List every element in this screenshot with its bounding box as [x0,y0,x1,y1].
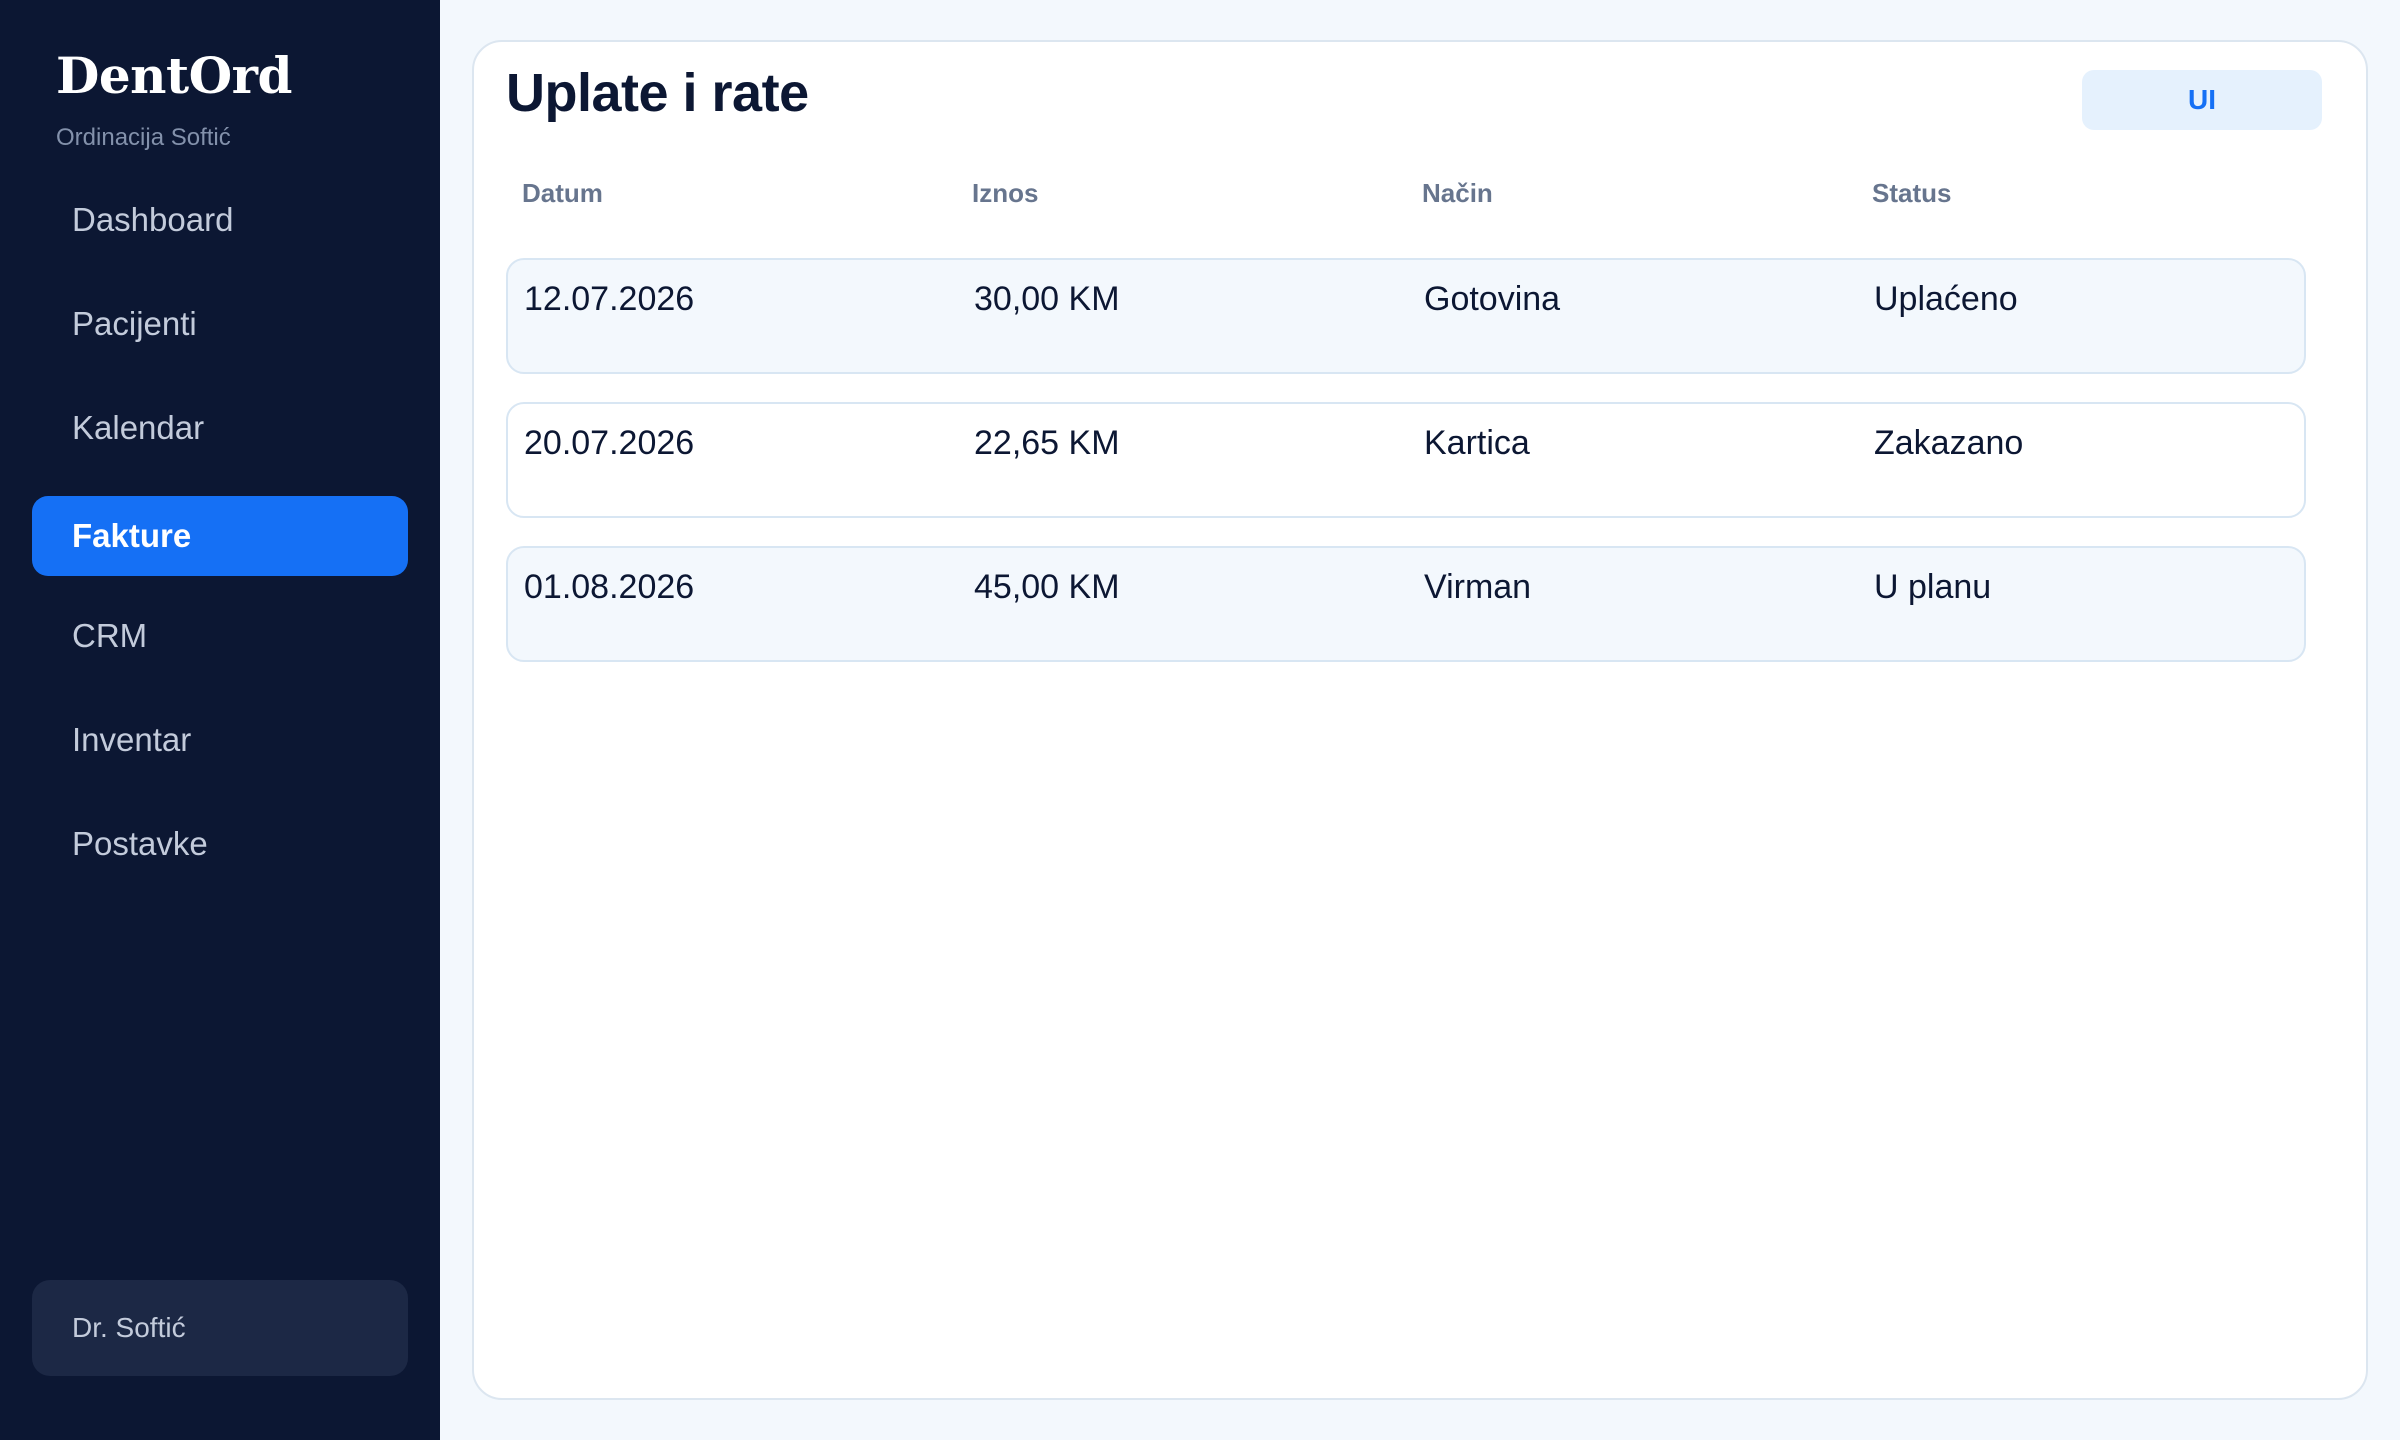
sidebar-item-label: Fakture [72,517,192,554]
sidebar-item-label: CRM [72,617,148,654]
sidebar-item-pacijenti[interactable]: Pacijenti [32,284,408,364]
cell-nacin: Gotovina [1424,280,1561,318]
sidebar-item-label: Pacijenti [72,305,197,342]
sidebar-item-label: Kalendar [72,409,205,446]
brand-logo[interactable]: DentOrd [56,46,292,105]
column-header-status: Status [1872,178,1952,208]
sidebar-item-dashboard[interactable]: Dashboard [32,180,408,260]
cell-nacin: Virman [1424,568,1532,606]
cell-datum: 20.07.2026 [524,424,695,462]
sidebar-item-label: Dashboard [72,201,234,238]
sidebar: DentOrd Ordinacija Softić Dashboard Paci… [0,0,440,1440]
sidebar-item-inventar[interactable]: Inventar [32,700,408,780]
user-profile-button[interactable]: Dr. Softić [32,1280,408,1376]
user-name: Dr. Softić [72,1312,186,1343]
cell-status: Zakazano [1874,424,2024,462]
table-header: Datum Iznos Način Status [522,178,2322,218]
page-title: Uplate i rate [506,63,809,123]
app-root: DentOrd Ordinacija Softić Dashboard Paci… [0,0,2400,1440]
sidebar-item-postavke[interactable]: Postavke [32,804,408,884]
cell-status: U planu [1874,568,1992,606]
clinic-name: Ordinacija Softić [56,124,231,151]
table-row[interactable]: 12.07.2026 30,00 KM Gotovina Uplaćeno [506,258,2306,374]
column-header-datum: Datum [522,178,603,208]
sidebar-item-fakture[interactable]: Fakture [32,496,408,576]
cell-iznos: 45,00 KM [974,568,1120,606]
cell-datum: 01.08.2026 [524,568,695,606]
column-header-nacin: Način [1422,178,1493,208]
cell-iznos: 30,00 KM [974,280,1120,318]
cell-datum: 12.07.2026 [524,280,695,318]
cell-nacin: Kartica [1424,424,1530,462]
sidebar-item-label: Postavke [72,825,208,862]
cell-iznos: 22,65 KM [974,424,1120,462]
cell-status: Uplaćeno [1874,280,2018,318]
main-panel: Uplate i rate UI Datum Iznos Način Statu… [472,40,2368,1400]
sidebar-item-kalendar[interactable]: Kalendar [32,388,408,468]
ui-toggle-button[interactable]: UI [2082,70,2322,130]
column-header-iznos: Iznos [972,178,1039,208]
table-row[interactable]: 01.08.2026 45,00 KM Virman U planu [506,546,2306,662]
sidebar-item-crm[interactable]: CRM [32,596,408,676]
sidebar-item-label: Inventar [72,721,192,758]
table-row[interactable]: 20.07.2026 22,65 KM Kartica Zakazano [506,402,2306,518]
